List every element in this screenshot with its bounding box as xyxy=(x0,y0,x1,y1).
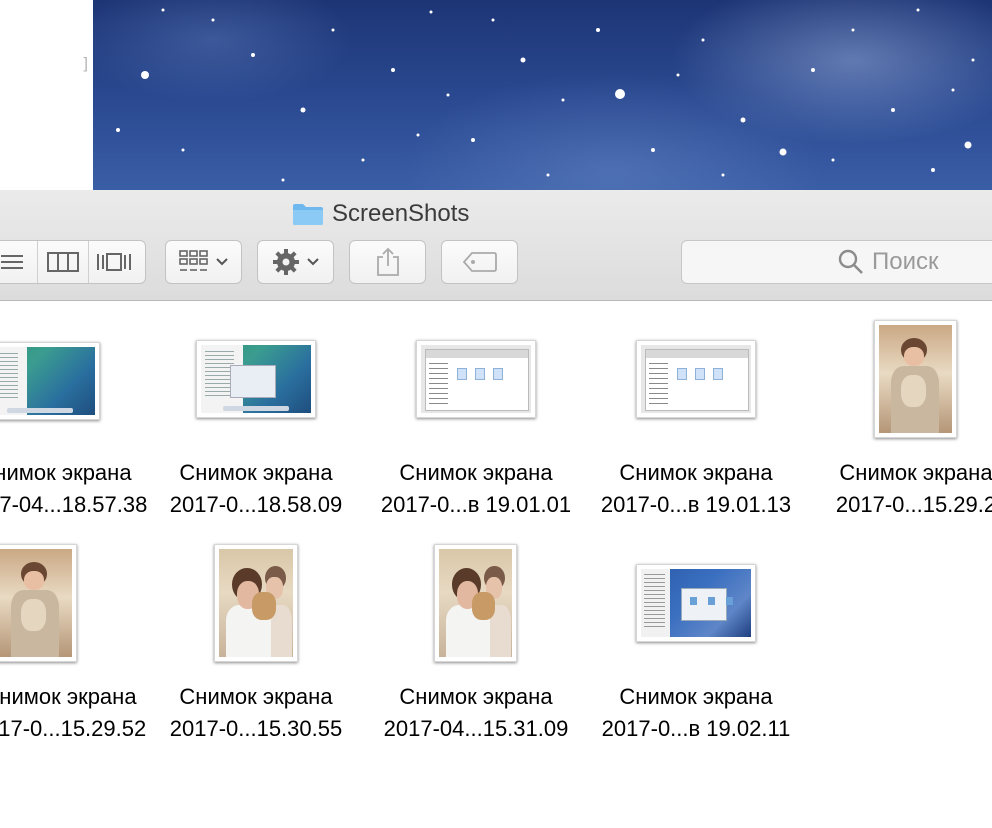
thumbnail-image xyxy=(219,549,293,657)
thumbnail-image xyxy=(0,347,95,415)
file-thumbnail xyxy=(214,544,298,662)
file-item[interactable]: Снимок экрана 2017-0...в 19.01.13 xyxy=(586,300,806,530)
file-item[interactable]: Снимок экрана 2017-0...15.29.2 xyxy=(806,300,992,530)
coverflow-view-icon xyxy=(97,253,131,271)
thumbnail-image xyxy=(439,549,512,657)
file-name: Снимок экрана xyxy=(179,684,333,709)
share-icon xyxy=(376,247,399,276)
file-item[interactable]: Снимок экрана 2017-0...в 19.01.01 xyxy=(366,300,586,530)
file-name: Снимок экрана xyxy=(0,684,137,709)
file-item[interactable]: Снимок экрана 2017-0...в 19.02.11 xyxy=(586,524,806,754)
chevron-down-icon xyxy=(215,258,228,266)
column-view-button[interactable] xyxy=(37,241,88,283)
thumbnail-image xyxy=(641,569,751,637)
list-view-button[interactable] xyxy=(0,241,37,283)
column-view-icon xyxy=(47,252,79,272)
file-name: Снимок экрана xyxy=(179,460,333,485)
view-mode-control xyxy=(0,240,146,284)
file-date: 2017-0...15.29.52 xyxy=(0,716,147,741)
list-view-icon xyxy=(1,255,23,269)
action-button[interactable] xyxy=(257,240,334,284)
search-field[interactable]: Поиск xyxy=(681,240,992,284)
gear-icon xyxy=(272,249,299,275)
file-item[interactable]: Снимок экрана 2017-04...18.57.38 xyxy=(0,300,165,530)
file-thumbnail xyxy=(196,340,316,418)
file-item[interactable]: Снимок экрана 2017-0...18.58.09 xyxy=(146,300,366,530)
tags-button[interactable] xyxy=(441,240,518,284)
file-thumbnail xyxy=(874,320,957,438)
thumbnail-image xyxy=(879,325,952,433)
chevron-down-icon xyxy=(306,258,319,266)
starfield xyxy=(116,8,975,182)
file-date: 2017-0...15.29.2 xyxy=(835,492,992,517)
desktop-wallpaper xyxy=(93,0,992,190)
file-date: 2017-0...в 19.01.13 xyxy=(600,492,792,517)
file-item[interactable]: Снимок экрана 2017-04...15.31.09 xyxy=(366,524,586,754)
file-date: 2017-0...15.30.55 xyxy=(169,716,343,741)
file-date: 2017-0...18.58.09 xyxy=(169,492,343,517)
file-date: 2017-0...в 19.01.01 xyxy=(380,492,572,517)
file-item[interactable]: Снимок экрана 2017-0...15.30.55 xyxy=(146,524,366,754)
file-name: Снимок экрана xyxy=(399,460,553,485)
arrange-button[interactable] xyxy=(165,240,242,284)
window-edge-glyph: ] xyxy=(82,54,89,73)
window-title: ScreenShots xyxy=(292,200,469,228)
file-name: Снимок экрана xyxy=(0,460,132,485)
file-item[interactable]: Снимок экрана 2017-0...15.29.52 xyxy=(0,524,170,754)
thumbnail-image xyxy=(201,345,311,413)
tag-icon xyxy=(462,252,497,272)
finder-window: ScreenShots Поиск нимок экрана 7-04...18… xyxy=(0,190,992,828)
file-thumbnail xyxy=(0,342,100,420)
file-name: Снимок экрана xyxy=(399,684,553,709)
grid-arrange-icon xyxy=(178,250,208,271)
desktop-blank-area: ] xyxy=(0,0,93,190)
search-icon xyxy=(838,249,863,274)
thumbnail-image xyxy=(0,549,72,657)
file-thumbnail xyxy=(636,340,756,418)
folder-icon xyxy=(293,204,323,225)
thumbnail-image xyxy=(641,345,751,413)
file-date: 2017-04...18.57.38 xyxy=(0,492,148,517)
file-thumbnail xyxy=(416,340,536,418)
coverflow-view-button[interactable] xyxy=(88,241,139,283)
file-date: 2017-0...в 19.02.11 xyxy=(601,716,791,741)
file-name: Снимок экрана xyxy=(619,684,773,709)
file-name: Снимок экрана xyxy=(839,460,992,485)
window-title-text: ScreenShots xyxy=(332,200,470,227)
file-thumbnail xyxy=(0,544,77,662)
file-date: 2017-04...15.31.09 xyxy=(383,716,569,741)
search-placeholder: Поиск xyxy=(872,248,939,275)
share-button[interactable] xyxy=(349,240,426,284)
toolbar: ScreenShots Поиск xyxy=(0,190,992,301)
file-thumbnail xyxy=(434,544,517,662)
file-name: Снимок экрана xyxy=(619,460,773,485)
file-thumbnail xyxy=(636,564,756,642)
thumbnail-image xyxy=(421,345,531,413)
